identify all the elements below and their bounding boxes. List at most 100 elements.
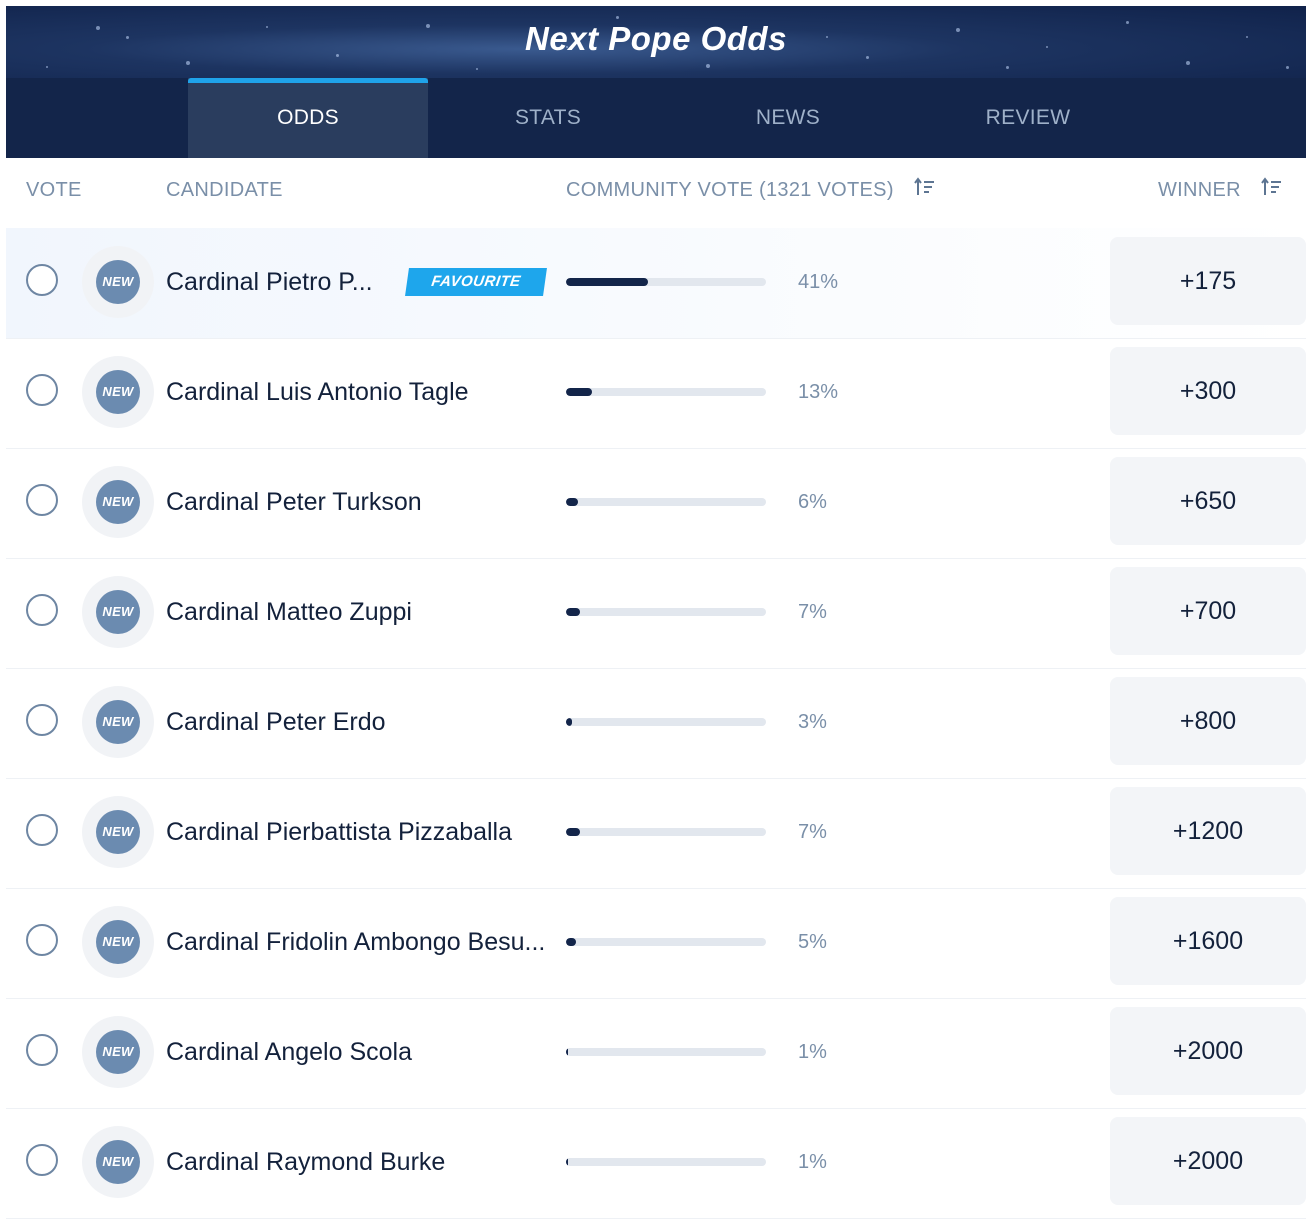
- tab-odds[interactable]: ODDS: [188, 78, 428, 158]
- candidate-name: Cardinal Angelo Scola: [166, 1038, 412, 1066]
- sort-icon[interactable]: [1260, 159, 1283, 223]
- vote-progress-fill: [566, 718, 572, 726]
- avatar: NEW: [82, 576, 154, 648]
- tab-stats[interactable]: STATS: [428, 78, 668, 158]
- favourite-badge: FAVOURITE: [405, 268, 547, 296]
- vote-progress-fill: [566, 498, 578, 506]
- table-row: NEW Cardinal Matteo Zuppi 7% +700: [6, 558, 1306, 669]
- table-row: NEW Cardinal Peter Erdo 3% +800: [6, 668, 1306, 779]
- sparkle-decoration: [1286, 66, 1289, 69]
- odds-button[interactable]: +2000: [1110, 1117, 1306, 1205]
- vote-percent: 6%: [798, 491, 827, 513]
- odds-button[interactable]: +800: [1110, 677, 1306, 765]
- table-row: NEW Cardinal Peter Turkson 6% +650: [6, 448, 1306, 559]
- odds-button[interactable]: +1200: [1110, 787, 1306, 875]
- avatar: NEW: [82, 796, 154, 868]
- vote-radio[interactable]: [26, 484, 58, 516]
- vote-progress-bar: [566, 1048, 766, 1056]
- page-title: Next Pope Odds: [525, 20, 787, 57]
- column-community-vote-label: COMMUNITY VOTE (1321 VOTES): [566, 179, 894, 201]
- avatar: NEW: [82, 356, 154, 428]
- new-badge-icon: NEW: [96, 920, 140, 964]
- vote-radio[interactable]: [26, 594, 58, 626]
- candidate-name: Cardinal Pietro P...: [166, 268, 373, 296]
- vote-progress-fill: [566, 1158, 568, 1166]
- sparkle-decoration: [616, 16, 619, 19]
- new-badge-icon: NEW: [96, 590, 140, 634]
- vote-radio[interactable]: [26, 374, 58, 406]
- table-row: NEW Cardinal Fridolin Ambongo Besu... 5% +1…: [6, 888, 1306, 999]
- new-badge-icon: NEW: [96, 260, 140, 304]
- vote-percent: 13%: [798, 381, 839, 403]
- sparkle-decoration: [46, 66, 48, 68]
- vote-progress-bar: [566, 938, 766, 946]
- vote-percent: 1%: [798, 1041, 827, 1063]
- vote-percent: 41%: [798, 271, 839, 293]
- new-badge-icon: NEW: [96, 1030, 140, 1074]
- sparkle-decoration: [266, 26, 268, 28]
- sparkle-decoration: [336, 54, 339, 57]
- sparkle-decoration: [476, 68, 478, 70]
- new-badge-icon: NEW: [96, 810, 140, 854]
- candidate-name: Cardinal Peter Erdo: [166, 708, 386, 736]
- sparkle-decoration: [1046, 46, 1048, 48]
- new-badge-icon: NEW: [96, 700, 140, 744]
- sparkle-decoration: [1246, 36, 1248, 38]
- avatar: NEW: [82, 906, 154, 978]
- odds-button[interactable]: +300: [1110, 347, 1306, 435]
- header-banner: Next Pope Odds: [6, 6, 1306, 78]
- candidate-name: Cardinal Matteo Zuppi: [166, 598, 412, 626]
- vote-radio[interactable]: [26, 924, 58, 956]
- sort-icon[interactable]: [913, 159, 936, 223]
- candidate-name: Cardinal Pierbattista Pizzaballa: [166, 818, 513, 846]
- vote-radio[interactable]: [26, 1034, 58, 1066]
- vote-progress-bar: [566, 388, 766, 396]
- table-row: NEW Cardinal Pierbattista Pizzaballa 7% +12…: [6, 778, 1306, 889]
- sparkle-decoration: [1186, 61, 1190, 65]
- odds-button[interactable]: +650: [1110, 457, 1306, 545]
- column-community-vote: COMMUNITY VOTE (1321 VOTES): [566, 158, 936, 223]
- column-candidate: CANDIDATE: [166, 179, 283, 201]
- sparkle-decoration: [1126, 21, 1129, 24]
- odds-button[interactable]: +2000: [1110, 1007, 1306, 1095]
- table-row: NEW Cardinal Luis Antonio Tagle 13% +300: [6, 338, 1306, 449]
- candidate-name: Cardinal Luis Antonio Tagle: [166, 378, 469, 406]
- avatar: NEW: [82, 686, 154, 758]
- vote-progress-bar: [566, 1158, 766, 1166]
- vote-progress-bar: [566, 498, 766, 506]
- avatar: NEW: [82, 466, 154, 538]
- tab-bar: ODDS STATS NEWS REVIEW: [6, 78, 1306, 158]
- sparkle-decoration: [826, 36, 828, 38]
- sparkle-decoration: [706, 64, 710, 68]
- vote-percent: 7%: [798, 821, 827, 843]
- tab-review[interactable]: REVIEW: [908, 78, 1148, 158]
- vote-progress-bar: [566, 278, 766, 286]
- candidate-name: Cardinal Fridolin Ambongo Besu...: [166, 928, 546, 956]
- candidate-name: Cardinal Peter Turkson: [166, 488, 422, 516]
- sparkle-decoration: [866, 56, 869, 59]
- odds-button[interactable]: +1600: [1110, 897, 1306, 985]
- vote-progress-fill: [566, 938, 576, 946]
- column-vote: VOTE: [26, 179, 82, 201]
- vote-percent: 5%: [798, 931, 827, 953]
- odds-button[interactable]: +700: [1110, 567, 1306, 655]
- vote-progress-fill: [566, 278, 648, 286]
- column-header: VOTE CANDIDATE COMMUNITY VOTE (1321 VOTE…: [6, 158, 1306, 228]
- vote-radio[interactable]: [26, 814, 58, 846]
- sparkle-decoration: [566, 46, 568, 48]
- table-row: NEW Cardinal Pietro P... FAVOURITE 41% +175: [6, 228, 1306, 339]
- table-row: NEW Cardinal Raymond Burke 1% +2000: [6, 1108, 1306, 1219]
- column-winner-label: WINNER: [1158, 179, 1241, 201]
- avatar: NEW: [82, 1016, 154, 1088]
- vote-radio[interactable]: [26, 1144, 58, 1176]
- vote-radio[interactable]: [26, 264, 58, 296]
- vote-progress-bar: [566, 828, 766, 836]
- vote-radio[interactable]: [26, 704, 58, 736]
- odds-widget: Next Pope Odds ODDS STATS NEWS REVIEW VO…: [6, 6, 1306, 1219]
- vote-progress-bar: [566, 718, 766, 726]
- tab-news[interactable]: NEWS: [668, 78, 908, 158]
- candidate-name: Cardinal Raymond Burke: [166, 1148, 446, 1176]
- vote-progress-fill: [566, 388, 592, 396]
- odds-button[interactable]: +175: [1110, 237, 1306, 325]
- sparkle-decoration: [126, 36, 129, 39]
